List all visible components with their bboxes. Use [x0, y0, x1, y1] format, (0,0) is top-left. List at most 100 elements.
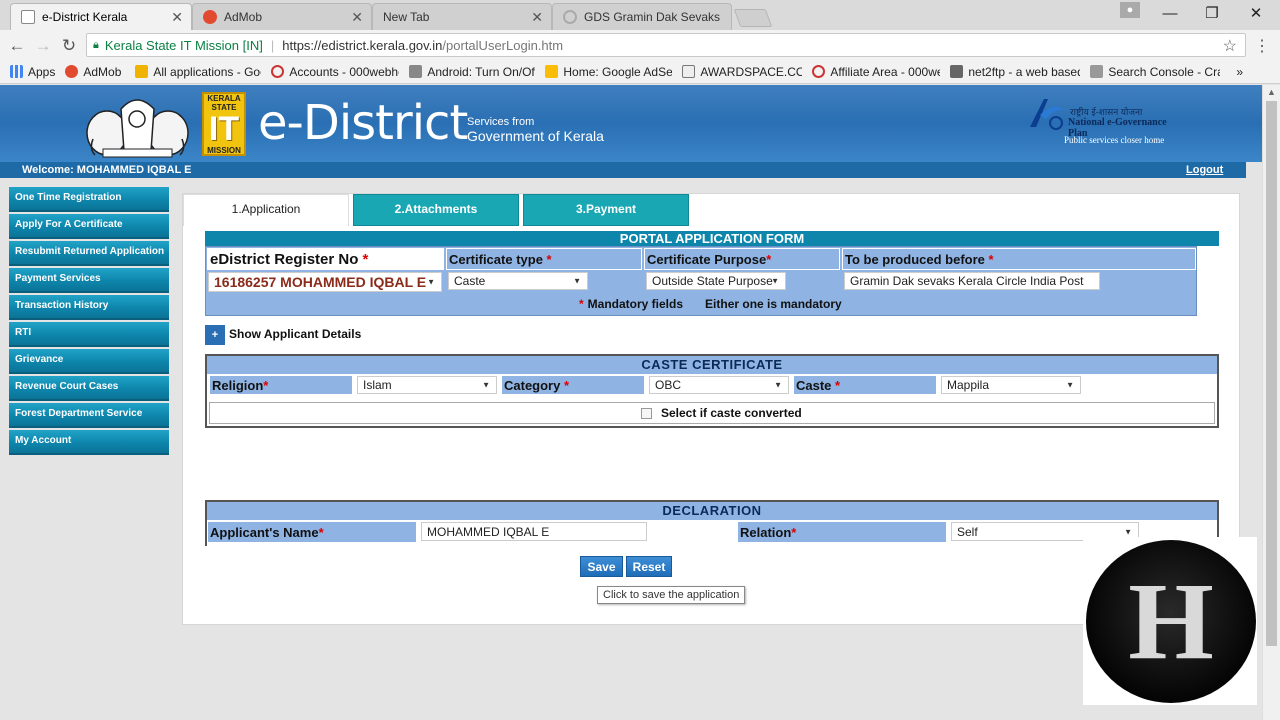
bookmark-label: AWARDSPACE.COM: [700, 64, 803, 79]
profile-icon[interactable]: ●: [1120, 2, 1140, 18]
reset-button[interactable]: Reset: [626, 556, 672, 577]
relation-label-text: Relation: [740, 524, 792, 540]
new-tab-button[interactable]: [733, 9, 773, 27]
sidebar-item-forest-department[interactable]: Forest Department Service: [9, 403, 169, 428]
close-tab-icon[interactable]: ✕: [171, 9, 183, 26]
bookmark-android-turn-on-off[interactable]: Android: Turn On/Off: [409, 65, 535, 79]
sidebar-item-my-account[interactable]: My Account: [9, 430, 169, 455]
bookmark-google-adsense[interactable]: Home: Google AdSen: [545, 65, 672, 79]
religion-label-text: Religion: [212, 377, 264, 393]
required-asterisk: *: [988, 251, 994, 267]
logo-text-letters: IT: [208, 110, 240, 148]
services-from-text: Services from: [467, 116, 535, 128]
url-host: https://edistrict.kerala.gov.in: [282, 37, 443, 53]
sidebar-item-one-time-registration[interactable]: One Time Registration: [9, 187, 169, 212]
category-value: OBC: [655, 378, 682, 392]
browser-tab-newtab[interactable]: New Tab ✕: [372, 3, 552, 30]
bookmark-search-console[interactable]: Search Console - Cra: [1090, 65, 1220, 79]
certificate-purpose-label: Certificate Purpose *: [644, 248, 840, 270]
more-bookmarks-button[interactable]: »: [1236, 65, 1243, 79]
applicant-name-label: Applicant's Name *: [207, 521, 417, 543]
scroll-up-icon[interactable]: ▲: [1267, 87, 1276, 97]
bookmark-affiliate-area[interactable]: Affiliate Area - 000we: [812, 65, 940, 79]
bookmark-star-icon[interactable]: ☆: [1223, 36, 1237, 56]
certificate-type-select[interactable]: Caste ▼: [448, 272, 588, 290]
bookmark-label: Android: Turn On/Off: [427, 64, 536, 79]
more-bookmarks-label: »: [1236, 64, 1244, 79]
bookmark-admob[interactable]: AdMob: [65, 65, 125, 79]
required-asterisk: *: [579, 297, 584, 311]
scrollbar-thumb[interactable]: [1266, 101, 1277, 646]
forward-icon[interactable]: →: [32, 35, 54, 57]
chevron-down-icon: ▼: [427, 277, 435, 287]
religion-label: Religion *: [209, 375, 353, 395]
chevron-down-icon: ▼: [1124, 527, 1132, 536]
sidebar-item-transaction-history[interactable]: Transaction History: [9, 295, 169, 320]
restore-icon[interactable]: ❐: [1190, 0, 1234, 28]
save-button[interactable]: Save: [580, 556, 623, 577]
browser-tab-admob[interactable]: AdMob ✕: [192, 3, 372, 30]
produced-before-input[interactable]: Gramin Dak sevaks Kerala Circle India Po…: [844, 272, 1100, 290]
apps-grid-icon: [10, 65, 23, 78]
caste-converted-checkbox[interactable]: [641, 407, 652, 419]
logo-text-bottom: MISSION: [207, 146, 241, 155]
minimize-icon[interactable]: —: [1148, 0, 1192, 28]
site-banner: KERALA STATE IT MISSION e-District Servi…: [0, 85, 1262, 162]
browser-tabstrip: e-District Kerala ✕ AdMob ✕ New Tab ✕ GD…: [0, 0, 1280, 30]
certificate-purpose-select[interactable]: Outside State Purpose ▼: [646, 272, 786, 290]
chevron-down-icon: ▼: [573, 276, 581, 286]
category-select[interactable]: OBC ▼: [649, 376, 789, 394]
caste-label: Caste *: [793, 375, 937, 395]
close-tab-icon[interactable]: ✕: [531, 9, 543, 26]
bookmark-awardspace[interactable]: AWARDSPACE.COM: [682, 65, 802, 79]
tab-attachments[interactable]: 2.Attachments: [353, 194, 519, 226]
required-asterisk: *: [766, 251, 772, 267]
bookmarks-bar: Apps AdMob All applications - Goo Accoun…: [0, 60, 1280, 84]
lock-icon: 🔒︎: [93, 38, 99, 51]
sidebar-item-apply-certificate[interactable]: Apply For A Certificate: [9, 214, 169, 239]
certificate-type-value: Caste: [454, 274, 486, 288]
close-window-icon[interactable]: ✕: [1234, 0, 1278, 28]
certificate-type-label-text: Certificate type: [449, 251, 543, 267]
applicant-name-input[interactable]: MOHAMMED IQBAL E: [421, 522, 647, 541]
page-icon: [21, 10, 35, 24]
required-asterisk: *: [546, 251, 552, 267]
produced-before-label-text: To be produced before: [845, 251, 985, 267]
sidebar-menu: One Time Registration Apply For A Certif…: [9, 187, 169, 457]
admob-icon: [65, 65, 79, 78]
address-bar[interactable]: 🔒︎ Kerala State IT Mission [IN] | https:…: [86, 33, 1246, 57]
close-tab-icon[interactable]: ✕: [351, 9, 363, 26]
bookmark-label: Affiliate Area - 000we: [830, 64, 941, 79]
tab-payment[interactable]: 3.Payment: [523, 194, 689, 226]
back-icon[interactable]: ←: [6, 35, 28, 57]
applicant-name-label-text: Applicant's Name: [210, 524, 319, 540]
kerala-it-mission-logo: KERALA STATE IT MISSION: [202, 92, 246, 156]
produced-before-label: To be produced before *: [842, 248, 1196, 270]
bookmark-apps[interactable]: Apps: [10, 65, 55, 79]
android-icon: [409, 65, 423, 78]
reload-icon[interactable]: ↻: [58, 35, 80, 57]
religion-select[interactable]: Islam ▼: [357, 376, 497, 394]
page-scrollbar[interactable]: ▲: [1262, 85, 1280, 720]
mandatory-note: * Mandatory fields Either one is mandato…: [207, 295, 1195, 313]
bookmark-all-applications[interactable]: All applications - Goo: [135, 65, 261, 79]
expand-plus-icon[interactable]: +: [205, 325, 225, 345]
net2ftp-icon: [950, 65, 964, 78]
bookmark-accounts-000webhost[interactable]: Accounts - 000webho: [271, 65, 399, 79]
kerala-emblem-icon: [86, 99, 189, 158]
sidebar-item-payment-services[interactable]: Payment Services: [9, 268, 169, 293]
bookmark-net2ftp[interactable]: net2ftp - a web based: [950, 65, 1080, 79]
show-applicant-details-link[interactable]: Show Applicant Details: [229, 327, 361, 341]
browser-menu-icon[interactable]: ⋮: [1254, 36, 1270, 56]
sidebar-item-revenue-court-cases[interactable]: Revenue Court Cases: [9, 376, 169, 401]
sidebar-item-rti[interactable]: RTI: [9, 322, 169, 347]
browser-tab-gds[interactable]: GDS Gramin Dak Sevaks: [552, 3, 732, 30]
sidebar-item-grievance[interactable]: Grievance: [9, 349, 169, 374]
caste-select[interactable]: Mappila ▼: [941, 376, 1081, 394]
tab-application[interactable]: 1.Application: [183, 194, 349, 226]
sidebar-item-resubmit-returned[interactable]: Resubmit Returned Application: [9, 241, 169, 266]
required-asterisk: *: [835, 377, 841, 393]
register-no-select[interactable]: 16186257 MOHAMMED IQBAL E ▼: [208, 272, 442, 292]
browser-tab-edistrict[interactable]: e-District Kerala ✕: [10, 3, 192, 30]
logout-link[interactable]: Logout: [1186, 162, 1223, 178]
